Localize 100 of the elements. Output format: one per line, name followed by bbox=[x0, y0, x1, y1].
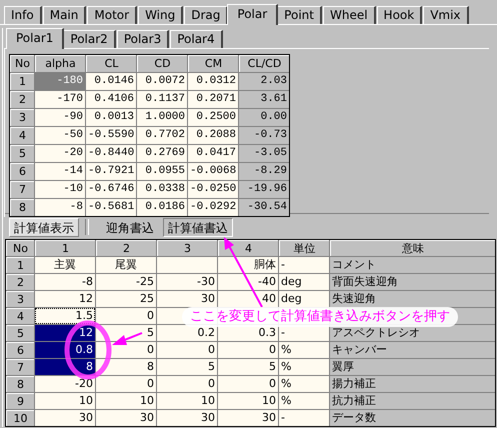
table-cell[interactable]: 0.2 bbox=[157, 325, 217, 341]
table-cell[interactable]: 0.1137 bbox=[137, 91, 187, 108]
table-cell[interactable]: 0.0146 bbox=[86, 73, 136, 90]
tab[interactable]: Vmix bbox=[423, 6, 469, 24]
table-cell[interactable]: % bbox=[279, 376, 329, 392]
tab[interactable]: Wing bbox=[138, 6, 184, 24]
table-cell[interactable]: 30 bbox=[157, 291, 217, 307]
table-cell[interactable]: 0.0013 bbox=[86, 109, 136, 126]
table-cell[interactable]: deg bbox=[279, 274, 329, 290]
table-cell[interactable]: 1.5 bbox=[35, 308, 95, 324]
table-cell[interactable]: -0.8440 bbox=[86, 145, 136, 162]
table-cell[interactable]: 0.8 bbox=[35, 342, 95, 358]
table-cell[interactable]: -25 bbox=[96, 274, 156, 290]
sub-tab[interactable]: Polar2 bbox=[63, 30, 116, 48]
table-cell[interactable]: -20 bbox=[35, 376, 95, 392]
table-cell[interactable]: データ数 bbox=[330, 410, 495, 426]
table-cell[interactable]: 10 bbox=[157, 393, 217, 409]
table-cell[interactable]: 0.0417 bbox=[188, 145, 238, 162]
table-cell[interactable]: -8.29 bbox=[239, 163, 289, 180]
table-cell[interactable]: -0.0068 bbox=[188, 163, 238, 180]
table-cell[interactable]: -14 bbox=[35, 163, 85, 180]
table-cell[interactable]: キャンバー bbox=[330, 342, 495, 358]
table-cell[interactable]: -40 bbox=[218, 274, 278, 290]
table-cell[interactable]: 翼厚 bbox=[330, 359, 495, 375]
table-cell[interactable]: -30 bbox=[157, 274, 217, 290]
table-cell[interactable]: -170 bbox=[35, 91, 85, 108]
tab[interactable]: Hook bbox=[376, 6, 422, 24]
table-cell[interactable]: 5 bbox=[218, 359, 278, 375]
table-cell[interactable]: -3.05 bbox=[239, 145, 289, 162]
table-cell[interactable]: 0.2769 bbox=[137, 145, 187, 162]
table-cell[interactable]: 1.0000 bbox=[137, 109, 187, 126]
table-cell[interactable]: -0.7921 bbox=[86, 163, 136, 180]
table-cell[interactable]: 0.2071 bbox=[188, 91, 238, 108]
sub-tab[interactable]: Polar3 bbox=[116, 30, 170, 48]
table-cell[interactable]: -8 bbox=[35, 199, 85, 216]
table-cell[interactable]: -0.6746 bbox=[86, 181, 136, 198]
table-cell[interactable]: -0.0250 bbox=[188, 181, 238, 198]
table-cell[interactable]: 0.00 bbox=[239, 109, 289, 126]
table-cell[interactable]: 40 bbox=[218, 291, 278, 307]
table-cell[interactable]: 尾翼 bbox=[96, 257, 156, 273]
table-cell[interactable]: 0 bbox=[218, 342, 278, 358]
table-cell[interactable]: % bbox=[279, 393, 329, 409]
tab[interactable]: Polar bbox=[227, 4, 278, 25]
table-cell[interactable]: -10 bbox=[35, 181, 85, 198]
table-cell[interactable]: アスペクトレシオ bbox=[330, 325, 495, 341]
tab[interactable]: Drag bbox=[184, 6, 228, 24]
table-cell[interactable]: 失速迎角 bbox=[330, 291, 495, 307]
table-cell[interactable]: 0.0072 bbox=[137, 73, 187, 90]
table-cell[interactable]: 30 bbox=[96, 410, 156, 426]
table-cell[interactable]: 0.7702 bbox=[137, 127, 187, 144]
table-cell[interactable]: 0 bbox=[96, 376, 156, 392]
tab[interactable]: Point bbox=[277, 6, 322, 24]
tab[interactable]: Main bbox=[42, 6, 86, 24]
table-cell[interactable]: -0.0292 bbox=[188, 199, 238, 216]
table-cell[interactable]: -50 bbox=[35, 127, 85, 144]
table-cell[interactable]: 30 bbox=[218, 410, 278, 426]
table-cell[interactable]: -19.96 bbox=[239, 181, 289, 198]
sub-tab[interactable]: Polar4 bbox=[170, 30, 223, 48]
table-cell[interactable]: 3.61 bbox=[239, 91, 289, 108]
table-cell[interactable]: 0.0338 bbox=[137, 181, 187, 198]
table-cell[interactable]: deg bbox=[279, 291, 329, 307]
table-cell[interactable]: -0.5590 bbox=[86, 127, 136, 144]
table-cell[interactable]: 0 bbox=[218, 376, 278, 392]
table-cell[interactable]: 背面失速迎角 bbox=[330, 274, 495, 290]
sub-tab[interactable]: Polar1 bbox=[6, 28, 64, 49]
table-cell[interactable]: % bbox=[279, 359, 329, 375]
table-cell[interactable]: 揚力補正 bbox=[330, 376, 495, 392]
table-cell[interactable]: -8 bbox=[35, 274, 95, 290]
table-cell[interactable]: 胴体 bbox=[218, 257, 278, 273]
table-cell[interactable]: 10 bbox=[35, 393, 95, 409]
table-cell[interactable]: -0.5681 bbox=[86, 199, 136, 216]
table-cell[interactable]: -30.54 bbox=[239, 199, 289, 216]
table-cell[interactable]: - bbox=[279, 410, 329, 426]
table-cell[interactable]: 8 bbox=[96, 359, 156, 375]
table-cell[interactable]: 0.0955 bbox=[137, 163, 187, 180]
table-cell[interactable]: 10 bbox=[96, 393, 156, 409]
table-cell[interactable]: 2.03 bbox=[239, 73, 289, 90]
table-cell[interactable]: 30 bbox=[35, 410, 95, 426]
table-cell[interactable]: % bbox=[279, 342, 329, 358]
table-cell[interactable]: 0.2500 bbox=[188, 109, 238, 126]
table-cell[interactable]: 0.2088 bbox=[188, 127, 238, 144]
table-cell[interactable]: -0.73 bbox=[239, 127, 289, 144]
toolbar-button[interactable]: 計算値書込 bbox=[163, 218, 233, 236]
table-cell[interactable]: 12 bbox=[35, 291, 95, 307]
toolbar-button[interactable]: 計算値表示 bbox=[9, 218, 79, 236]
table-cell[interactable]: 30 bbox=[157, 410, 217, 426]
table-cell[interactable]: -20 bbox=[35, 145, 85, 162]
tab[interactable]: Info bbox=[4, 6, 42, 24]
table-cell[interactable]: 0.0186 bbox=[137, 199, 187, 216]
tab[interactable]: Wheel bbox=[322, 6, 376, 24]
table-cell[interactable]: -90 bbox=[35, 109, 85, 126]
table-cell[interactable]: コメント bbox=[330, 257, 495, 273]
table-cell[interactable]: 0 bbox=[96, 308, 156, 324]
tab[interactable]: Motor bbox=[87, 6, 138, 24]
table-cell[interactable]: 5 bbox=[157, 359, 217, 375]
table-cell[interactable]: 0.0312 bbox=[188, 73, 238, 90]
table-cell[interactable]: 主翼 bbox=[35, 257, 95, 273]
table-cell[interactable]: 0 bbox=[157, 342, 217, 358]
table-cell[interactable]: 10 bbox=[218, 393, 278, 409]
table-cell[interactable]: 0 bbox=[157, 376, 217, 392]
